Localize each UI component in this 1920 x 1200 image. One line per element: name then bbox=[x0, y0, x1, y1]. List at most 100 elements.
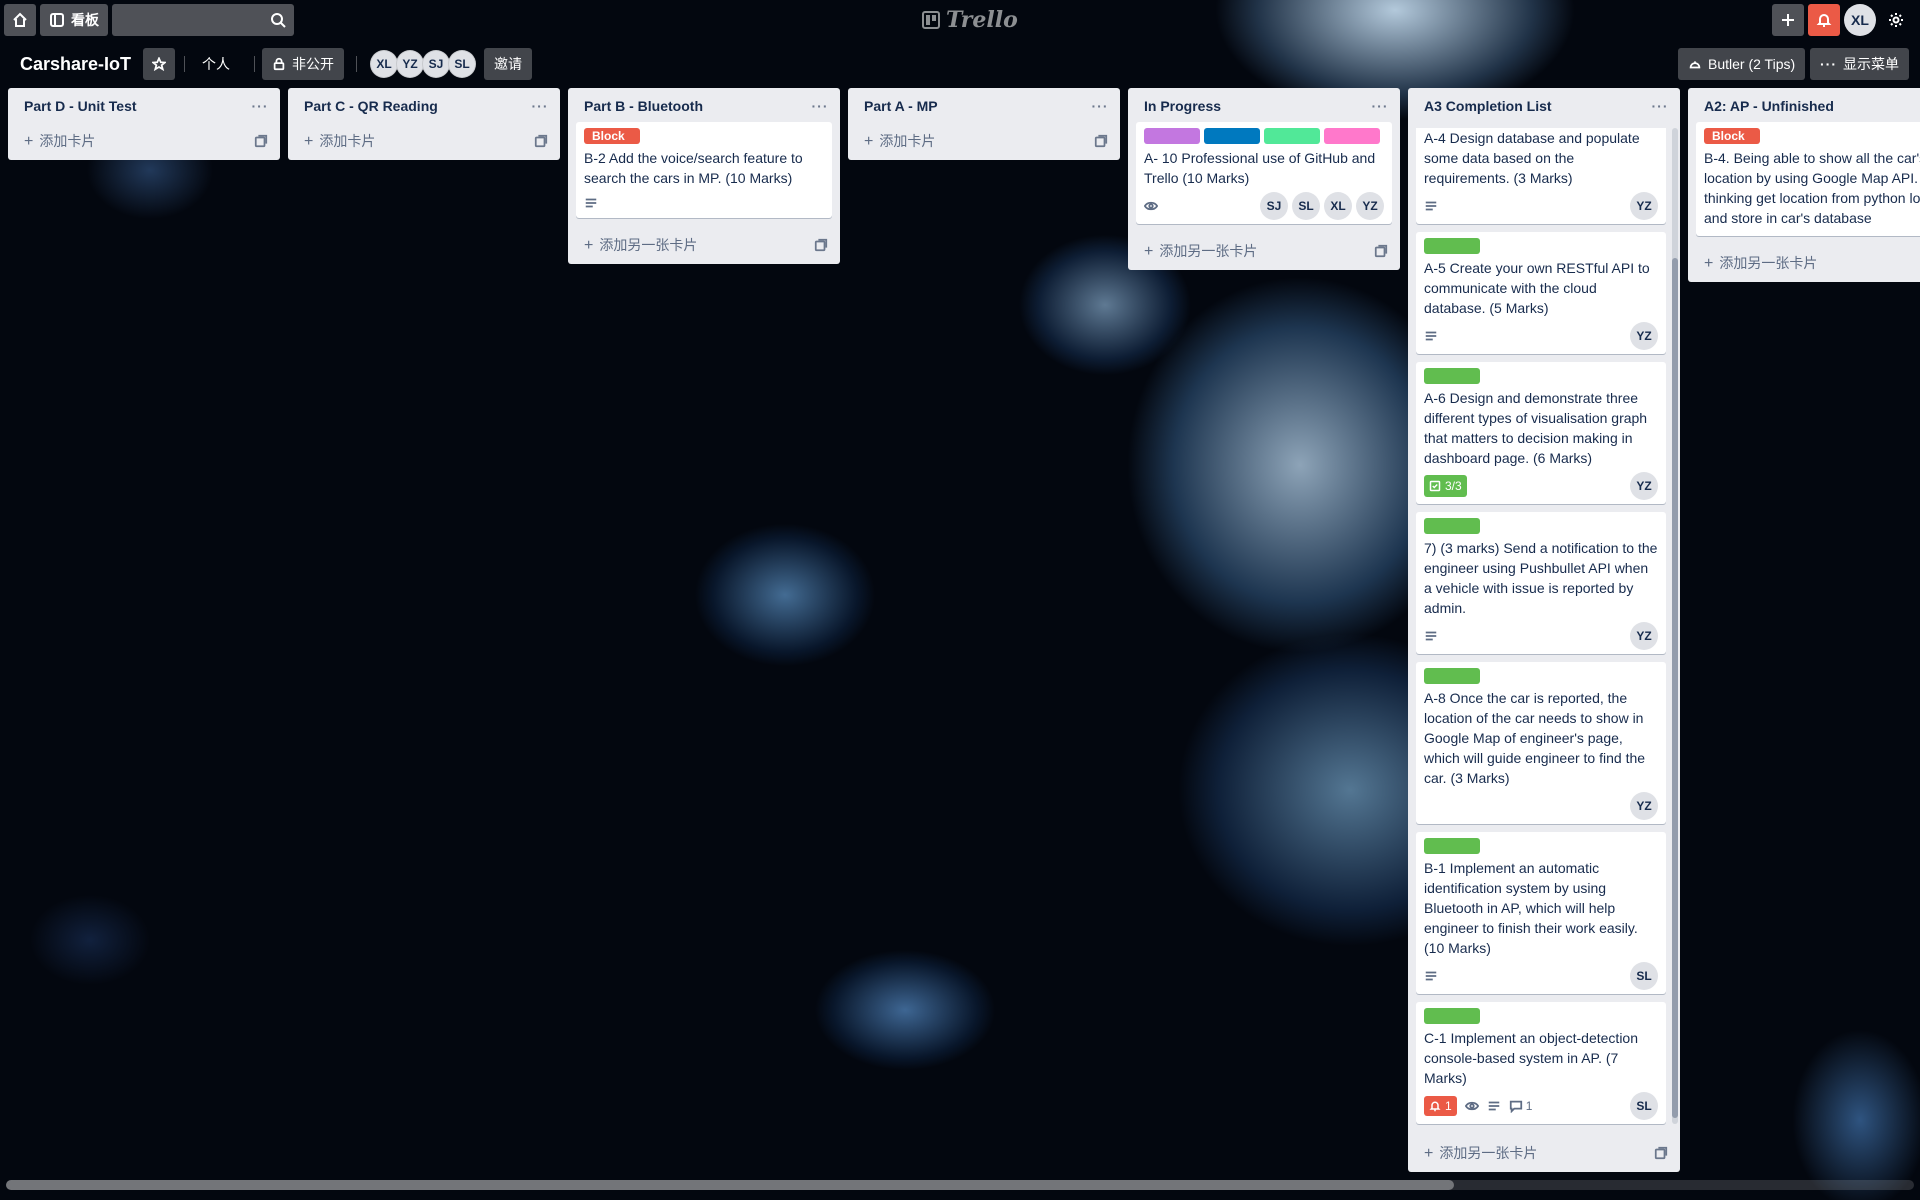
trello-logo[interactable]: Trello bbox=[922, 6, 1018, 34]
member-avatar[interactable]: XL bbox=[1324, 192, 1352, 220]
card-label bbox=[1424, 1008, 1480, 1024]
plus-icon: + bbox=[1424, 1145, 1434, 1162]
add-card-button[interactable]: + 添加另一张卡片 bbox=[568, 226, 840, 264]
add-card-button[interactable]: + 添加另一张卡片 bbox=[1408, 1134, 1680, 1172]
user-avatar[interactable]: XL bbox=[1844, 4, 1876, 36]
card[interactable]: A-8 Once the car is reported, the locati… bbox=[1416, 662, 1666, 824]
add-card-label: 添加另一张卡片 bbox=[599, 237, 698, 253]
card[interactable]: C-1 Implement an object-detection consol… bbox=[1416, 1002, 1666, 1124]
list-scrollbar-thumb[interactable] bbox=[1672, 258, 1678, 1118]
visibility-label: 非公开 bbox=[292, 56, 334, 72]
list-title[interactable]: Part B - Bluetooth bbox=[584, 98, 703, 114]
member-avatar[interactable]: SL bbox=[448, 50, 476, 78]
member-avatar[interactable]: YZ bbox=[1630, 192, 1658, 220]
settings-button[interactable] bbox=[1880, 4, 1912, 36]
card-label bbox=[1424, 668, 1480, 684]
member-avatar[interactable]: SL bbox=[1292, 192, 1320, 220]
notifications-button[interactable] bbox=[1808, 4, 1840, 36]
card[interactable]: A- 10 Professional use of GitHub and Tre… bbox=[1136, 122, 1392, 224]
board-scrollbar-thumb[interactable] bbox=[6, 1180, 1454, 1190]
list-scrollbar[interactable] bbox=[1672, 128, 1678, 1124]
member-avatar[interactable]: SL bbox=[1630, 962, 1658, 990]
card[interactable]: A-4 Design database and populate some da… bbox=[1416, 128, 1666, 224]
list-menu-icon[interactable]: ··· bbox=[1648, 94, 1672, 118]
list-menu-icon[interactable]: ··· bbox=[528, 94, 552, 118]
butler-button[interactable]: Butler (2 Tips) bbox=[1678, 48, 1806, 80]
show-menu-label: 显示菜单 bbox=[1843, 56, 1899, 72]
boards-button[interactable]: 看板 bbox=[40, 4, 108, 36]
card[interactable]: A-5 Create your own RESTful API to commu… bbox=[1416, 232, 1666, 354]
member-avatar[interactable]: YZ bbox=[396, 50, 424, 78]
board-horizontal-scrollbar[interactable] bbox=[6, 1180, 1914, 1190]
card-scroll-area[interactable]: A-4 Design database and populate some da… bbox=[1408, 128, 1680, 1134]
card-template-icon[interactable] bbox=[1654, 1146, 1668, 1160]
member-avatar[interactable]: YZ bbox=[1630, 622, 1658, 650]
card-label bbox=[1424, 238, 1480, 254]
star-button[interactable] bbox=[143, 48, 175, 80]
card[interactable]: A-6 Design and demonstrate three differe… bbox=[1416, 362, 1666, 504]
card-title: A-6 Design and demonstrate three differe… bbox=[1424, 390, 1648, 466]
member-avatar[interactable]: SL bbox=[1630, 1092, 1658, 1120]
card-template-icon[interactable] bbox=[534, 134, 548, 148]
card-template-icon[interactable] bbox=[254, 134, 268, 148]
card[interactable]: 7) (3 marks) Send a notification to the … bbox=[1416, 512, 1666, 654]
list-title[interactable]: Part C - QR Reading bbox=[304, 98, 438, 114]
plus-icon: + bbox=[304, 133, 314, 150]
list-title[interactable]: In Progress bbox=[1144, 98, 1221, 114]
home-button[interactable] bbox=[4, 4, 36, 36]
trello-logo-text: Trello bbox=[946, 7, 1018, 33]
search-input[interactable] bbox=[120, 10, 260, 30]
member-avatar[interactable]: YZ bbox=[1630, 472, 1658, 500]
card[interactable]: B-1 Implement an automatic identificatio… bbox=[1416, 832, 1666, 994]
board-title[interactable]: Carshare-IoT bbox=[12, 48, 139, 80]
checkbox-icon bbox=[1429, 480, 1441, 492]
list-title[interactable]: A2: AP - Unfinished bbox=[1704, 98, 1834, 114]
list-a2-unfinished: A2: AP - Unfinished Block B-4. Being abl… bbox=[1688, 88, 1920, 282]
card-label: Block bbox=[584, 128, 640, 144]
list-title[interactable]: A3 Completion List bbox=[1424, 98, 1552, 114]
bell-icon bbox=[1429, 1101, 1441, 1112]
divider bbox=[254, 56, 255, 72]
team-button[interactable]: 个人 bbox=[192, 48, 240, 80]
more-icon: ··· bbox=[1820, 56, 1837, 72]
list-header[interactable]: A3 Completion List ··· bbox=[1408, 88, 1680, 128]
eye-icon bbox=[1144, 199, 1158, 213]
member-avatar[interactable]: XL bbox=[370, 50, 398, 78]
search-box[interactable] bbox=[112, 4, 294, 36]
eye-icon bbox=[1464, 1099, 1479, 1113]
add-card-button[interactable]: + 添加另一张卡片 bbox=[1128, 232, 1400, 270]
list-header[interactable]: Part C - QR Reading ··· bbox=[288, 88, 560, 128]
card[interactable]: Block B-4. Being able to show all the ca… bbox=[1696, 122, 1920, 236]
description-icon bbox=[1487, 1099, 1501, 1113]
invite-button[interactable]: 邀请 bbox=[484, 48, 532, 80]
member-avatar[interactable]: SJ bbox=[1260, 192, 1288, 220]
card[interactable]: Block B-2 Add the voice/search feature t… bbox=[576, 122, 832, 218]
search-icon[interactable] bbox=[270, 12, 286, 28]
butler-label: Butler (2 Tips) bbox=[1708, 56, 1796, 72]
list-menu-icon[interactable]: ··· bbox=[1088, 94, 1112, 118]
card-template-icon[interactable] bbox=[1094, 134, 1108, 148]
card-template-icon[interactable] bbox=[814, 238, 828, 252]
list-header[interactable]: Part D - Unit Test ··· bbox=[8, 88, 280, 128]
create-button[interactable] bbox=[1772, 4, 1804, 36]
visibility-button[interactable]: 非公开 bbox=[262, 48, 344, 80]
member-avatar[interactable]: YZ bbox=[1356, 192, 1384, 220]
list-title[interactable]: Part A - MP bbox=[864, 98, 938, 114]
card-label bbox=[1144, 128, 1200, 144]
card-template-icon[interactable] bbox=[1374, 244, 1388, 258]
add-card-button[interactable]: + 添加另一张卡片 bbox=[1688, 244, 1920, 282]
list-menu-icon[interactable]: ··· bbox=[1368, 94, 1392, 118]
lock-icon bbox=[273, 57, 285, 71]
list-title[interactable]: Part D - Unit Test bbox=[24, 98, 137, 114]
member-avatar[interactable]: YZ bbox=[1630, 322, 1658, 350]
list-header[interactable]: Part A - MP ··· bbox=[848, 88, 1120, 128]
board-icon bbox=[50, 13, 64, 27]
list-menu-icon[interactable]: ··· bbox=[808, 94, 832, 118]
show-menu-button[interactable]: ··· 显示菜单 bbox=[1810, 48, 1909, 80]
board-header: Carshare-IoT 个人 非公开 XL YZ SJ SL 邀请 Butle… bbox=[0, 48, 1920, 80]
home-icon bbox=[13, 12, 27, 27]
list-in-progress: In Progress ··· A- 10 Professional use o… bbox=[1128, 88, 1400, 270]
member-avatar[interactable]: YZ bbox=[1630, 792, 1658, 820]
member-avatar[interactable]: SJ bbox=[422, 50, 450, 78]
list-menu-icon[interactable]: ··· bbox=[248, 94, 272, 118]
